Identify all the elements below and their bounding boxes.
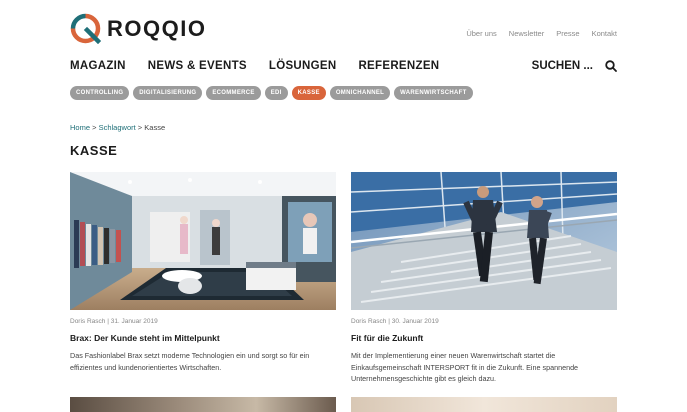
tag-warenwirtschaft[interactable]: WARENWIRTSCHAFT bbox=[394, 86, 473, 100]
article-excerpt: Mit der Implementierung einer neuen Ware… bbox=[351, 351, 579, 383]
meta-nav-newsletter[interactable]: Newsletter bbox=[509, 29, 544, 38]
breadcrumb-home[interactable]: Home bbox=[70, 123, 90, 132]
article-title[interactable]: Fit für die Zukunft bbox=[351, 333, 617, 343]
meta-nav: Über uns Newsletter Presse Kontakt bbox=[466, 29, 617, 38]
roqqio-logo-icon bbox=[70, 13, 101, 44]
meta-nav-about[interactable]: Über uns bbox=[466, 29, 496, 38]
article-image-store-interior[interactable] bbox=[70, 172, 336, 310]
article-card[interactable]: Doris Rasch | 31. Januar 2019 Brax: Der … bbox=[70, 172, 336, 373]
tag-kasse[interactable]: KASSE bbox=[291, 86, 326, 100]
main-nav: MAGAZIN NEWS & EVENTS LÖSUNGEN REFERENZE… bbox=[70, 60, 439, 72]
tag-digitalisierung[interactable]: DIGITALISIERUNG bbox=[133, 86, 203, 100]
tag-omnichannel[interactable]: OMNICHANNEL bbox=[329, 86, 391, 100]
article-card[interactable]: Doris Rasch | 30. Januar 2019 Fit für di… bbox=[351, 172, 617, 385]
tag-list: CONTROLLING DIGITALISIERUNG ECOMMERCE ED… bbox=[70, 86, 473, 100]
breadcrumb-schlagwort[interactable]: Schlagwort bbox=[99, 123, 136, 132]
tag-controlling[interactable]: CONTROLLING bbox=[70, 86, 130, 100]
nav-news-events[interactable]: NEWS & EVENTS bbox=[148, 60, 247, 72]
breadcrumb-current: Kasse bbox=[144, 123, 166, 132]
meta-nav-contact[interactable]: Kontakt bbox=[592, 29, 617, 38]
article-image-runners-stairs[interactable] bbox=[351, 172, 617, 310]
nav-referenzen[interactable]: REFERENZEN bbox=[358, 60, 439, 72]
breadcrumb-separator: > bbox=[92, 123, 97, 132]
search[interactable]: SUCHEN ... bbox=[532, 60, 617, 72]
logo-text: ROQQIO bbox=[107, 15, 207, 41]
nav-magazin[interactable]: MAGAZIN bbox=[70, 60, 126, 72]
article-meta: Doris Rasch | 31. Januar 2019 bbox=[70, 318, 158, 325]
nav-loesungen[interactable]: LÖSUNGEN bbox=[269, 60, 337, 72]
search-label[interactable]: SUCHEN ... bbox=[532, 60, 593, 72]
logo[interactable]: ROQQIO bbox=[70, 13, 206, 44]
tag-edi[interactable]: EDI bbox=[264, 86, 288, 100]
article-excerpt: Das Fashionlabel Brax setzt moderne Tech… bbox=[70, 351, 310, 372]
breadcrumb: Home > Schlagwort > Kasse bbox=[70, 123, 165, 132]
page-title: KASSE bbox=[70, 143, 118, 158]
meta-nav-press[interactable]: Presse bbox=[556, 29, 579, 38]
search-icon[interactable] bbox=[605, 60, 617, 72]
article-title[interactable]: Brax: Der Kunde steht im Mittelpunkt bbox=[70, 333, 336, 343]
article-image-partial[interactable] bbox=[70, 397, 336, 412]
article-image-partial[interactable] bbox=[351, 397, 617, 412]
breadcrumb-separator: > bbox=[137, 123, 143, 132]
tag-ecommerce[interactable]: ECOMMERCE bbox=[206, 86, 261, 100]
article-meta: Doris Rasch | 30. Januar 2019 bbox=[351, 318, 439, 325]
